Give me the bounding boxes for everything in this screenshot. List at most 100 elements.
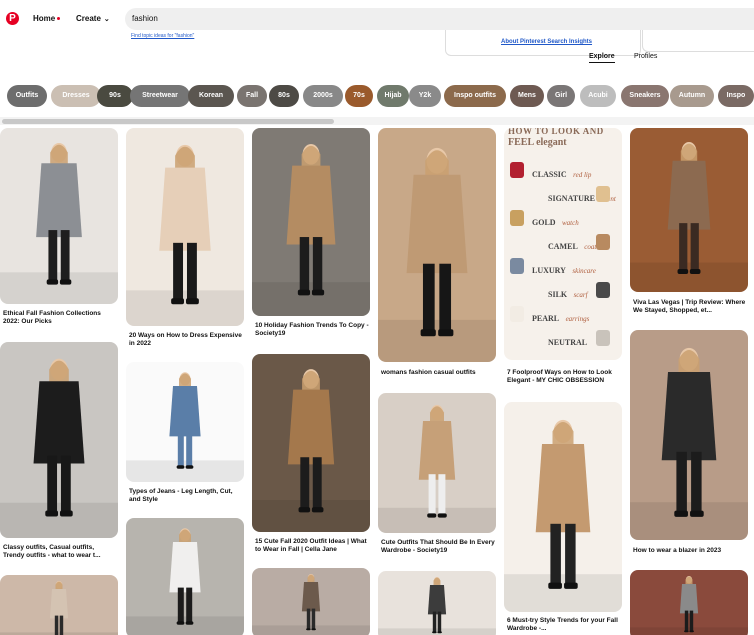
- pin-floor: [126, 460, 244, 482]
- chip-acubi[interactable]: Acubi: [580, 85, 616, 107]
- pin-image[interactable]: [0, 128, 118, 304]
- pin-floor: [252, 282, 370, 316]
- chip-y2k[interactable]: Y2k: [409, 85, 441, 107]
- pin-card[interactable]: womans fashion casual outfits: [378, 128, 496, 389]
- pin-card[interactable]: How to wear a blazer in 2023: [630, 330, 748, 567]
- pin-image[interactable]: [126, 518, 244, 635]
- model-right-leg: [186, 431, 193, 468]
- tab-profiles[interactable]: Profiles: [634, 53, 657, 60]
- nav-create-menu[interactable]: Create ⌄: [76, 14, 110, 23]
- pin-card[interactable]: 10 Holiday Fashion Trends To Copy - Soci…: [252, 128, 370, 342]
- pin-image[interactable]: [126, 362, 244, 482]
- model-left-leg: [676, 451, 687, 515]
- pin-image[interactable]: HOW TO LOOK AND FEEL elegant CLASSIC red…: [504, 128, 622, 360]
- model-left-leg: [679, 223, 688, 273]
- model-coat: [169, 542, 201, 593]
- pin-card[interactable]: [126, 518, 244, 635]
- chip-80s[interactable]: 80s: [269, 85, 299, 107]
- model-left-boot: [427, 513, 437, 518]
- pin-image[interactable]: [126, 128, 244, 326]
- pin-image[interactable]: [630, 128, 748, 292]
- pin-caption[interactable]: 7 Foolproof Ways on How to Look Elegant …: [507, 369, 621, 385]
- pin-card[interactable]: Classy outfits, Casual outfits, Trendy o…: [0, 342, 118, 564]
- model-coat: [679, 584, 699, 614]
- pin-photo-illustration: [252, 128, 370, 316]
- pin-caption[interactable]: Ethical Fall Fashion Collections 2022: O…: [3, 310, 117, 326]
- chip-2000s[interactable]: 2000s: [303, 85, 343, 107]
- pin-floor: [126, 616, 244, 635]
- chip-hijab[interactable]: Hijab: [377, 85, 409, 107]
- pin-caption[interactable]: 15 Cute Fall 2020 Outfit Ideas | What to…: [255, 538, 369, 554]
- pin-caption[interactable]: Types of Jeans - Leg Length, Cut, and St…: [129, 488, 243, 504]
- elegant-item-label: LUXURY: [532, 266, 566, 275]
- chip-korean[interactable]: Korean: [188, 85, 234, 107]
- pin-card[interactable]: 20 Ways on How to Dress Expensive in 202…: [126, 128, 244, 352]
- pin-image[interactable]: [630, 330, 748, 540]
- elegant-item-icon: [510, 210, 524, 226]
- pin-photo-illustration: [252, 354, 370, 532]
- tab-explore[interactable]: Explore: [589, 53, 615, 63]
- pin-image[interactable]: [252, 354, 370, 532]
- elegant-headline-bottom: FEEL elegant: [508, 137, 567, 148]
- pin-image[interactable]: [0, 575, 118, 635]
- pin-image[interactable]: [252, 128, 370, 316]
- pin-caption[interactable]: womans fashion casual outfits: [381, 369, 495, 377]
- pin-image[interactable]: [630, 570, 748, 635]
- model-right-leg: [311, 608, 316, 630]
- pin-card[interactable]: [0, 575, 118, 635]
- pin-caption[interactable]: Cute Outfits That Should Be In Every War…: [381, 539, 495, 555]
- chip-autumn[interactable]: Autumn: [670, 85, 714, 107]
- pin-card[interactable]: Ethical Fall Fashion Collections 2022: O…: [0, 128, 118, 330]
- pin-card[interactable]: Viva Las Vegas | Trip Review: Where We S…: [630, 128, 748, 319]
- pin-caption[interactable]: Viva Las Vegas | Trip Review: Where We S…: [633, 299, 747, 315]
- pin-card[interactable]: 6 Must-try Style Trends for your Fall Wa…: [504, 402, 622, 635]
- pin-floor: [0, 272, 118, 304]
- chip-dresses[interactable]: Dresses: [51, 85, 101, 107]
- model-right-leg: [439, 263, 452, 334]
- pin-photo-illustration: [0, 342, 118, 538]
- horizontal-scrollbar-thumb[interactable]: [2, 119, 334, 124]
- pin-card[interactable]: Types of Jeans - Leg Length, Cut, and St…: [126, 362, 244, 508]
- pin-image[interactable]: [0, 342, 118, 538]
- pin-card[interactable]: [630, 570, 748, 635]
- pin-image[interactable]: [252, 568, 370, 635]
- pin-photo-illustration: [252, 568, 370, 635]
- pin-caption[interactable]: 10 Holiday Fashion Trends To Copy - Soci…: [255, 322, 369, 338]
- pin-caption[interactable]: How to wear a blazer in 2023: [633, 547, 747, 555]
- pin-image[interactable]: [504, 402, 622, 612]
- pin-card[interactable]: [252, 568, 370, 635]
- pin-card[interactable]: 15 Cute Fall 2020 Outfit Ideas | What to…: [252, 354, 370, 558]
- pin-card[interactable]: HOW TO LOOK AND FEEL elegant CLASSIC red…: [504, 128, 622, 389]
- model-coat: [667, 160, 711, 230]
- chip-streetwear[interactable]: Streetwear: [130, 85, 190, 107]
- chip-inspo-outfits[interactable]: Inspo outfits: [444, 85, 506, 107]
- model-right-boot: [59, 510, 73, 517]
- chip-mens[interactable]: Mens: [510, 85, 544, 107]
- pin-caption[interactable]: 20 Ways on How to Dress Expensive in 202…: [129, 332, 243, 348]
- chip-girl[interactable]: Girl: [547, 85, 575, 107]
- search-input[interactable]: fashion: [125, 8, 754, 30]
- chip-outfits[interactable]: Outfits: [7, 85, 47, 107]
- nav-home-link[interactable]: Home: [33, 14, 61, 23]
- pin-caption[interactable]: 6 Must-try Style Trends for your Fall Wa…: [507, 617, 621, 633]
- pin-card[interactable]: Cute Outfits That Should Be In Every War…: [378, 393, 496, 559]
- pin-image[interactable]: [378, 128, 496, 362]
- search-query-text[interactable]: fashion: [132, 14, 158, 23]
- chip-90s[interactable]: 90s: [97, 85, 133, 107]
- find-topic-ideas-link[interactable]: Find topic ideas for "fashion": [131, 33, 194, 39]
- pin-image[interactable]: [378, 393, 496, 533]
- pin-floor: [630, 262, 748, 292]
- chip-fall[interactable]: Fall: [237, 85, 267, 107]
- chip-inspo[interactable]: Inspo: [718, 85, 754, 107]
- elegant-item: PEARL earrings: [532, 308, 589, 326]
- elegant-item-label: GOLD: [532, 218, 556, 227]
- chip-70s[interactable]: 70s: [345, 85, 373, 107]
- model-right-leg: [186, 242, 197, 303]
- model-left-leg: [47, 455, 58, 515]
- pin-caption[interactable]: Classy outfits, Casual outfits, Trendy o…: [3, 544, 117, 560]
- pin-card[interactable]: [378, 571, 496, 635]
- pinterest-logo-icon[interactable]: P: [6, 12, 19, 25]
- pin-image[interactable]: [378, 571, 496, 635]
- about-search-insights-link[interactable]: About Pinterest Search Insights: [501, 39, 592, 45]
- chip-sneakers[interactable]: Sneakers: [621, 85, 669, 107]
